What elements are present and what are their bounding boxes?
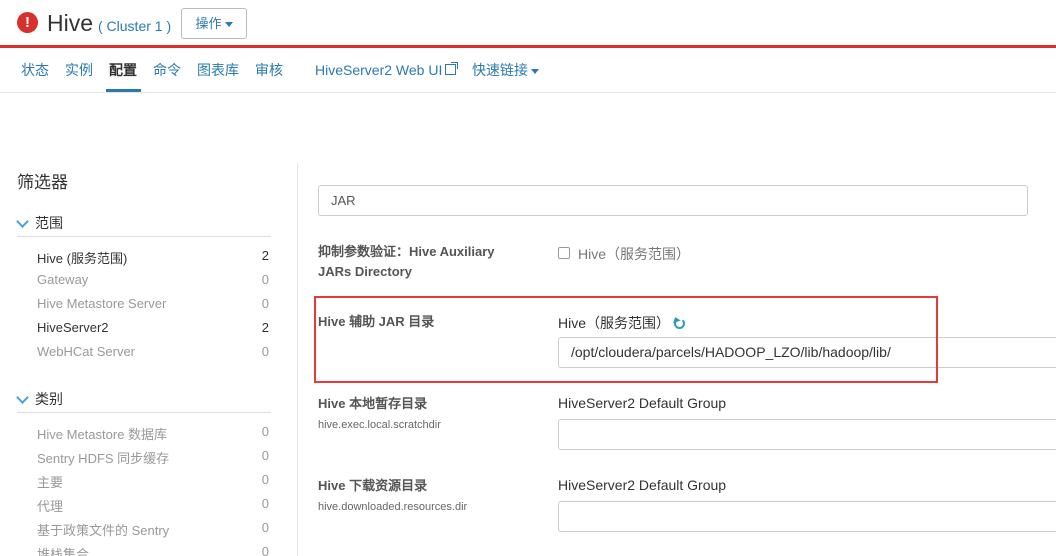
caret-down-icon (224, 22, 233, 28)
quick-links-label: 快速链接 (472, 62, 528, 78)
filter-item-count: 2 (261, 320, 269, 335)
service-nav: 状态 实例 配置 命令 图表库 审核 HiveServer2 Web UI 快速… (0, 51, 1056, 93)
active-tab-indicator (106, 89, 141, 92)
filter-item-count: 0 (261, 448, 269, 463)
filter-item[interactable]: Hive Metastore Server 0 (37, 296, 269, 314)
suppress-checkbox-label: Hive（服务范围） (578, 246, 691, 262)
filter-item-label: Hive Metastore Server (37, 296, 167, 311)
filter-item[interactable]: Sentry HDFS 同步缓存 0 (37, 448, 269, 466)
filter-item-label: Hive (服务范围) (37, 251, 128, 266)
filter-item-count: 0 (261, 296, 269, 311)
tab-commands[interactable]: 命令 (153, 61, 181, 79)
webui-label: HiveServer2 Web UI (315, 62, 443, 78)
scratchdir-label: Hive 本地暂存目录 (318, 396, 428, 411)
suppress-label-line1: 抑制参数验证：Hive Auxiliary (318, 244, 495, 259)
filter-item[interactable]: 基于政策文件的 Sentry 0 (37, 520, 269, 538)
filter-item-count: 0 (261, 424, 269, 439)
scratchdir-key: hive.exec.local.scratchdir (318, 419, 441, 431)
filter-item[interactable]: 堆栈集合 0 (37, 544, 269, 556)
tab-charts-library[interactable]: 图表库 (197, 61, 239, 79)
filter-item-label: Hive Metastore 数据库 (37, 427, 168, 442)
suppress-validation-checkbox[interactable] (558, 247, 570, 259)
caret-down-icon (531, 68, 539, 74)
filter-item[interactable]: Hive Metastore 数据库 0 (37, 424, 269, 442)
filter-item[interactable]: 主要 0 (37, 472, 269, 490)
filter-item-label: 堆栈集合 (37, 547, 90, 556)
tab-status[interactable]: 状态 (21, 61, 49, 79)
filter-item-label: HiveServer2 (37, 320, 109, 335)
filter-item-count: 2 (261, 248, 269, 263)
filter-item-label: 主要 (37, 475, 64, 490)
filter-item-label: 代理 (37, 499, 64, 514)
cluster-link[interactable]: ( Cluster 1 ) (98, 18, 171, 34)
service-header: ! Hive ( Cluster 1 ) 操作 (0, 0, 1056, 48)
filter-item-count: 0 (261, 272, 269, 287)
external-link-icon (445, 62, 459, 75)
highlight-annotation-box (314, 296, 938, 383)
service-title[interactable]: Hive (47, 10, 93, 37)
filter-item-count: 0 (261, 496, 269, 511)
scope-section-toggle[interactable]: 范围 (16, 213, 271, 237)
filter-item[interactable]: Gateway 0 (37, 272, 269, 290)
tab-instances[interactable]: 实例 (65, 61, 93, 79)
chevron-down-icon (16, 391, 29, 404)
scratchdir-input[interactable] (558, 419, 1056, 450)
filter-title: 筛选器 (17, 173, 68, 192)
filter-item[interactable]: WebHCat Server 0 (37, 344, 269, 362)
filter-item[interactable]: HiveServer2 2 (37, 320, 269, 338)
quick-links-dropdown[interactable]: 快速链接 (472, 61, 539, 79)
suppress-validation-label: 抑制参数验证：Hive Auxiliary JARs Directory (318, 242, 495, 282)
suppress-label-line2: JARs Directory (318, 264, 412, 279)
filter-item-label: Sentry HDFS 同步缓存 (37, 451, 170, 466)
filter-item-label: 基于政策文件的 Sentry (37, 523, 170, 538)
scratchdir-scope: HiveServer2 Default Group (558, 395, 727, 411)
filter-item-label: WebHCat Server (37, 344, 136, 359)
hiveserver2-webui-link[interactable]: HiveServer2 Web UI (315, 61, 459, 79)
filter-item-count: 0 (261, 544, 269, 556)
filter-sidebar: 筛选器 范围 Hive (服务范围) 2 Gateway 0 Hive Metast… (0, 163, 297, 556)
config-search-input[interactable]: JAR (318, 185, 1028, 216)
category-heading: 类别 (35, 391, 63, 407)
tab-audits[interactable]: 审核 (255, 61, 283, 79)
chevron-down-icon (16, 215, 29, 228)
resources-dir-label: Hive 下载资源目录 (318, 478, 428, 493)
tab-configuration[interactable]: 配置 (109, 61, 137, 79)
filter-item[interactable]: Hive (服务范围) 2 (37, 248, 269, 266)
resources-dir-key: hive.downloaded.resources.dir (318, 501, 468, 513)
actions-label: 操作 (195, 16, 222, 31)
category-section-toggle[interactable]: 类别 (16, 389, 271, 413)
resources-dir-scope: HiveServer2 Default Group (558, 477, 727, 493)
scope-heading: 范围 (35, 215, 63, 231)
filter-item[interactable]: 代理 0 (37, 496, 269, 514)
actions-dropdown-button[interactable]: 操作 (181, 8, 247, 39)
error-alert-icon[interactable]: ! (17, 12, 38, 33)
filter-item-count: 0 (261, 472, 269, 487)
filter-item-label: Gateway (37, 272, 89, 287)
resources-dir-input[interactable] (558, 501, 1056, 532)
filter-item-count: 0 (261, 520, 269, 535)
filter-item-count: 0 (261, 344, 269, 359)
